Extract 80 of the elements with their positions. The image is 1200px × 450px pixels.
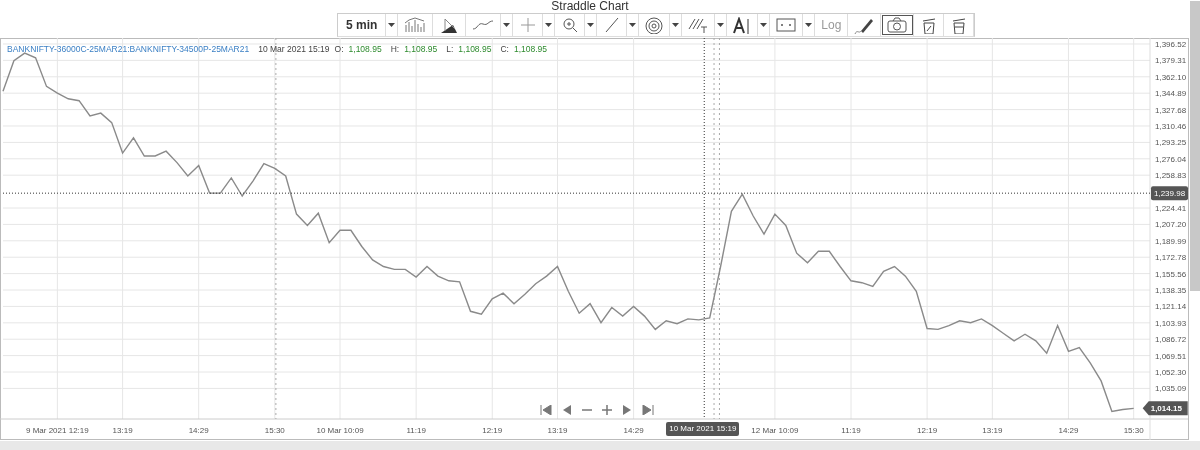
legend-time: 10 Mar 2021 15:19 (258, 44, 330, 54)
scrollbar[interactable] (0, 441, 1200, 450)
caret-icon[interactable] (545, 23, 553, 27)
axis-label: 1,344.89 (1155, 89, 1187, 99)
next-icon[interactable] (622, 405, 632, 415)
axis-label: 1,396.52 (1155, 40, 1187, 49)
axis-label: 15:30 (1123, 426, 1144, 435)
axis-label: 1,052.30 (1155, 368, 1187, 377)
ohlc-value: 1,108.95 (513, 44, 547, 54)
crosshair-icon (519, 17, 536, 33)
caret-icon[interactable] (672, 23, 680, 27)
ohlc-label: L: (446, 44, 454, 54)
caret-icon[interactable] (587, 23, 595, 27)
bar-chart-icon (404, 17, 427, 33)
axis-label: 9 Mar 2021 12:19 (26, 426, 89, 435)
crosshair-price-tag: 1,239.98 (1151, 186, 1188, 201)
first-icon[interactable] (540, 405, 552, 415)
zoom-icon (561, 17, 578, 33)
axis-label: 13:19 (982, 426, 1003, 435)
ohlc-label: H: (390, 44, 400, 54)
ohlc-value: 1,108.95 (348, 44, 382, 54)
caret-icon[interactable] (760, 23, 768, 27)
axis-label: 1,172.78 (1155, 253, 1187, 263)
ohlc-label: C: (500, 44, 509, 54)
trash-icon (920, 16, 937, 34)
range-box-icon (776, 18, 797, 32)
axis-label: 1,362.10 (1155, 72, 1187, 82)
axis-label: 10 Mar 10:09 (316, 426, 364, 435)
previous-icon[interactable] (562, 405, 572, 415)
wave-line-icon (472, 18, 495, 32)
camera-icon (887, 17, 908, 33)
zoom-in-icon[interactable] (602, 405, 612, 415)
axis-label: 13:19 (112, 426, 133, 435)
caret-icon[interactable] (629, 23, 637, 27)
axis-label: 1,035.09 (1155, 384, 1187, 394)
parallel-lines-icon (688, 17, 709, 33)
symbol-name: BANKNIFTY-36000C-25MAR21:BANKNIFTY-34500P-25MAR21 (7, 44, 250, 54)
line-icon (603, 17, 620, 33)
text-cursor-icon (733, 16, 752, 34)
axis-label: 12:19 (917, 426, 938, 435)
axis-label: 12 Mar 10:09 (751, 426, 799, 435)
axis-label: 13:19 (547, 426, 568, 435)
axis-label: 1,138.35 (1155, 286, 1187, 295)
axis-label: 1,327.68 (1155, 105, 1187, 115)
last-icon[interactable] (642, 405, 654, 415)
screenshot-button[interactable] (881, 14, 915, 36)
axis-label: 11:19 (841, 426, 861, 435)
ohlc-value: 1,108.95 (404, 44, 438, 54)
ohlc-label: O: (334, 44, 344, 54)
caret-icon[interactable] (503, 23, 511, 27)
axis-label: 14:29 (188, 426, 209, 435)
caret-icon[interactable] (717, 23, 725, 27)
scrollbar[interactable] (1190, 1, 1200, 291)
axis-label: 1,189.99 (1155, 236, 1187, 246)
axis-label: 1,379.31 (1155, 56, 1187, 66)
trash-icon (950, 16, 967, 34)
axis-label: 1,207.20 (1155, 220, 1187, 230)
axis-label: 1,069.51 (1155, 351, 1187, 361)
axis-label: 14:29 (623, 426, 644, 435)
caret-icon[interactable] (388, 23, 396, 27)
pencil-icon (854, 16, 875, 34)
ohlc-value: 1,108.95 (458, 44, 492, 54)
axis-label: 1,086.72 (1155, 335, 1187, 345)
axis-label: 14:29 (1058, 426, 1079, 435)
axis-label: 11:19 (406, 426, 426, 435)
axis-label: 1,103.93 (1155, 318, 1187, 328)
caret-icon[interactable] (805, 23, 813, 27)
axis-label: 1,121.14 (1155, 302, 1187, 312)
axis-label: 1,293.25 (1155, 138, 1187, 148)
concentric-circles-icon (645, 16, 664, 34)
crosshair-time-tag: 10 Mar 2021 15:19 (666, 422, 740, 436)
chart-title: Straddle Chart (551, 0, 629, 13)
axis-label: 1,258.83 (1155, 171, 1187, 181)
axis-label: 15:30 (264, 426, 285, 435)
axis-label: 1,155.56 (1155, 269, 1187, 279)
axis-label: 1,310.46 (1155, 122, 1187, 131)
axis-label: 12:19 (482, 426, 503, 435)
ruler-pencil-icon (439, 16, 460, 34)
axis-label: 1,276.04 (1155, 154, 1187, 164)
axis-label: 1,224.41 (1155, 204, 1187, 213)
